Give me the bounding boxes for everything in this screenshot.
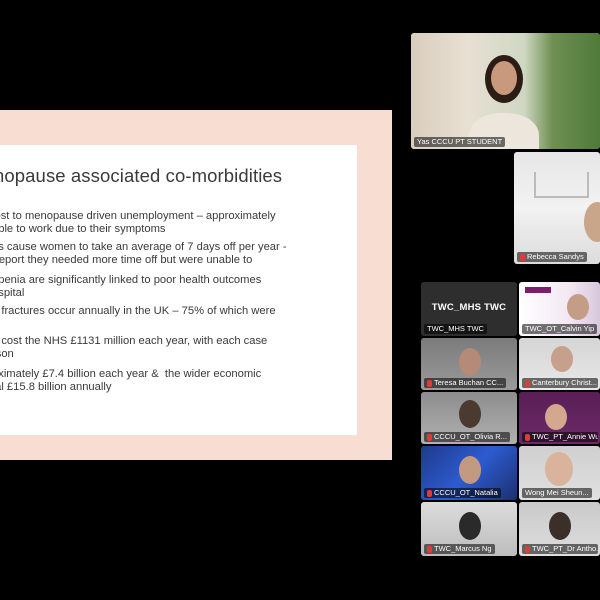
participant-name: TWC_MHS TWC <box>427 324 484 333</box>
participant-name: CCCU_OT_Olivia R... <box>434 432 507 441</box>
logo-icon <box>525 287 551 293</box>
slide-bullet: o fractures occur annually in the UK – 7… <box>0 305 276 317</box>
slide-bullet: ns cause women to take an average of 7 d… <box>0 241 287 266</box>
participant-figure <box>549 512 571 540</box>
participant-name: Canterbury Christ... <box>532 378 598 387</box>
participant-name: CCCU_OT_Natalia <box>434 488 498 497</box>
video-tile[interactable]: TWC_OT_Calvin Yip <box>519 282 600 336</box>
participant-name: Rebecca Sandys <box>527 252 584 261</box>
video-tile[interactable]: TWC_MHS TWC TWC_MHS TWC <box>421 282 517 336</box>
video-tile[interactable]: TWC_PT_Annie Wu <box>519 392 600 444</box>
video-off-label: TWC_MHS TWC <box>431 302 507 313</box>
participant-name-tag: Canterbury Christ... <box>522 378 599 388</box>
participant-name-tag: TWC_PT_Annie Wu <box>522 432 599 442</box>
participant-name-tag: Rebecca Sandys <box>517 252 587 262</box>
participant-figure <box>551 346 573 372</box>
mic-muted-icon <box>427 545 432 553</box>
participant-name: Teresa Buchan CC... <box>434 378 504 387</box>
participant-name: TWC_Marcus Ng <box>434 544 492 553</box>
participant-name-tag: Teresa Buchan CC... <box>424 378 507 388</box>
participant-figure <box>459 456 481 484</box>
mic-muted-icon <box>427 489 432 497</box>
participant-name: Wong Mei Sheun... <box>525 488 589 497</box>
participant-name: TWC_PT_Annie Wu <box>532 432 599 441</box>
slide-bullet: oximately £7.4 billion each year & the w… <box>0 368 262 393</box>
mic-muted-icon <box>525 379 530 387</box>
video-tile[interactable]: TWC_PT_Dr Antho... <box>519 502 600 556</box>
participant-face <box>491 61 517 95</box>
participant-figure <box>567 294 589 320</box>
slide-bullet: lost to menopause driven unemployment – … <box>0 210 276 235</box>
video-tile[interactable]: Teresa Buchan CC... <box>421 338 517 390</box>
video-tile[interactable]: CCCU_OT_Olivia R... <box>421 392 517 444</box>
video-tile-featured[interactable]: Yas CCCU PT STUDENT <box>411 33 600 149</box>
participant-figure <box>459 348 481 376</box>
participant-name: Yas CCCU PT STUDENT <box>417 137 503 146</box>
video-tile[interactable]: CCCU_OT_Natalia <box>421 446 517 500</box>
slide-bullet: openia are significantly linked to poor … <box>0 274 262 299</box>
slide-title: nopause associated co-morbidities <box>0 165 283 186</box>
participant-name-tag: TWC_OT_Calvin Yip <box>522 324 598 334</box>
participant-name-tag: TWC_Marcus Ng <box>424 544 495 554</box>
participant-name-tag: CCCU_OT_Natalia <box>424 488 501 498</box>
participant-figure <box>459 512 481 540</box>
video-tile[interactable]: TWC_Marcus Ng <box>421 502 517 556</box>
participant-figure <box>545 404 567 430</box>
participant-name-tag: CCCU_OT_Olivia R... <box>424 432 510 442</box>
shared-screen: nopause associated co-morbidities lost t… <box>0 110 392 460</box>
mic-muted-icon <box>427 433 432 441</box>
mic-muted-icon <box>427 379 432 387</box>
slide-content: nopause associated co-morbidities lost t… <box>0 145 357 435</box>
background-furniture <box>534 172 589 198</box>
video-tile[interactable]: Wong Mei Sheun... <box>519 446 600 500</box>
mic-muted-icon <box>525 433 530 441</box>
participant-name-tag: Yas CCCU PT STUDENT <box>414 137 506 147</box>
participant-figure <box>459 400 481 428</box>
participant-name: TWC_OT_Calvin Yip <box>525 324 595 333</box>
mic-muted-icon <box>520 253 525 261</box>
participant-name: TWC_PT_Dr Antho... <box>532 544 599 553</box>
participant-figure <box>545 452 573 486</box>
video-tile-featured[interactable]: Rebecca Sandys <box>514 152 600 264</box>
participant-name-tag: Wong Mei Sheun... <box>522 488 592 498</box>
mic-muted-icon <box>525 545 530 553</box>
participant-name-tag: TWC_MHS TWC <box>424 324 487 334</box>
slide-bullet: e cost the NHS £1131 million each year, … <box>0 335 268 360</box>
participant-name-tag: TWC_PT_Dr Antho... <box>522 544 599 554</box>
video-tile[interactable]: Canterbury Christ... <box>519 338 600 390</box>
